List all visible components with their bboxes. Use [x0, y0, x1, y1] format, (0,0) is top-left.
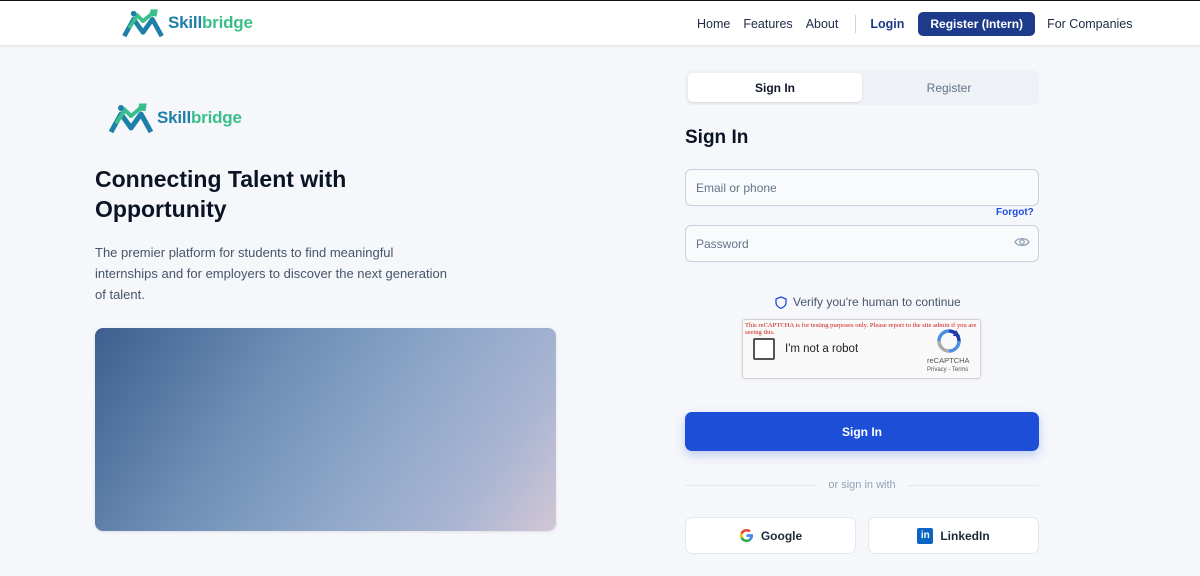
google-sign-in-button[interactable]: Google	[685, 517, 856, 554]
recaptcha-logo-icon	[937, 329, 961, 353]
nav-link-features[interactable]: Features	[743, 17, 792, 31]
shield-icon	[775, 295, 787, 309]
hero-subtitle: The premier platform for students to fin…	[95, 245, 447, 302]
google-icon	[739, 528, 753, 543]
password-field[interactable]	[685, 225, 1039, 262]
recaptcha-checkbox[interactable]	[753, 338, 775, 360]
navbar: Skillbridge Home Features About Login Re…	[0, 0, 1200, 46]
hero-image	[95, 328, 556, 531]
linkedin-icon: in	[917, 527, 934, 544]
verify-human-notice: Verify you're human to continue	[775, 295, 961, 309]
recaptcha-privacy-terms[interactable]: Privacy - Terms	[927, 367, 968, 373]
login-link[interactable]: Login	[870, 17, 904, 31]
or-divider: or sign in with	[685, 478, 1040, 492]
recaptcha-brand: reCAPTCHA	[927, 356, 970, 365]
hero-brand-name: Skillbridge	[157, 108, 242, 127]
nav-links: Home Features About Login Register (Inte…	[697, 12, 1133, 36]
nav-link-home[interactable]: Home	[697, 17, 730, 31]
divider-line	[685, 484, 817, 486]
sign-in-button[interactable]: Sign In	[685, 412, 1039, 451]
skillbridge-logo-icon	[109, 103, 153, 134]
register-intern-button[interactable]: Register (Intern)	[918, 12, 1036, 36]
verify-text: Verify you're human to continue	[793, 295, 961, 309]
eye-icon[interactable]	[1014, 235, 1030, 249]
recaptcha-label: I'm not a robot	[785, 343, 859, 355]
linkedin-label: LinkedIn	[940, 528, 990, 543]
google-label: Google	[760, 528, 803, 543]
nav-link-about[interactable]: About	[806, 17, 839, 31]
tab-sign-in[interactable]: Sign In	[688, 73, 862, 102]
linkedin-sign-in-button[interactable]: in LinkedIn	[868, 517, 1039, 554]
divider-line	[907, 484, 1040, 486]
for-companies-link[interactable]: For Companies	[1047, 17, 1132, 31]
nav-logo[interactable]: Skillbridge	[122, 8, 253, 38]
or-sign-in-with: or sign in with	[828, 479, 896, 491]
nav-divider	[855, 15, 857, 33]
auth-tabs: Sign In Register	[685, 70, 1039, 105]
hero-title: Connecting Talent with Opportunity	[95, 166, 347, 222]
brand-name: Skillbridge	[168, 13, 253, 32]
forgot-password-link[interactable]: Forgot?	[996, 207, 1034, 218]
email-field[interactable]	[685, 169, 1039, 206]
tab-register[interactable]: Register	[862, 73, 1036, 102]
form-title: Sign In	[685, 127, 749, 148]
hero-logo: Skillbridge	[109, 102, 242, 134]
skillbridge-logo-icon	[122, 9, 164, 38]
recaptcha-widget: This reCAPTCHA is for testing purposes o…	[742, 319, 981, 379]
